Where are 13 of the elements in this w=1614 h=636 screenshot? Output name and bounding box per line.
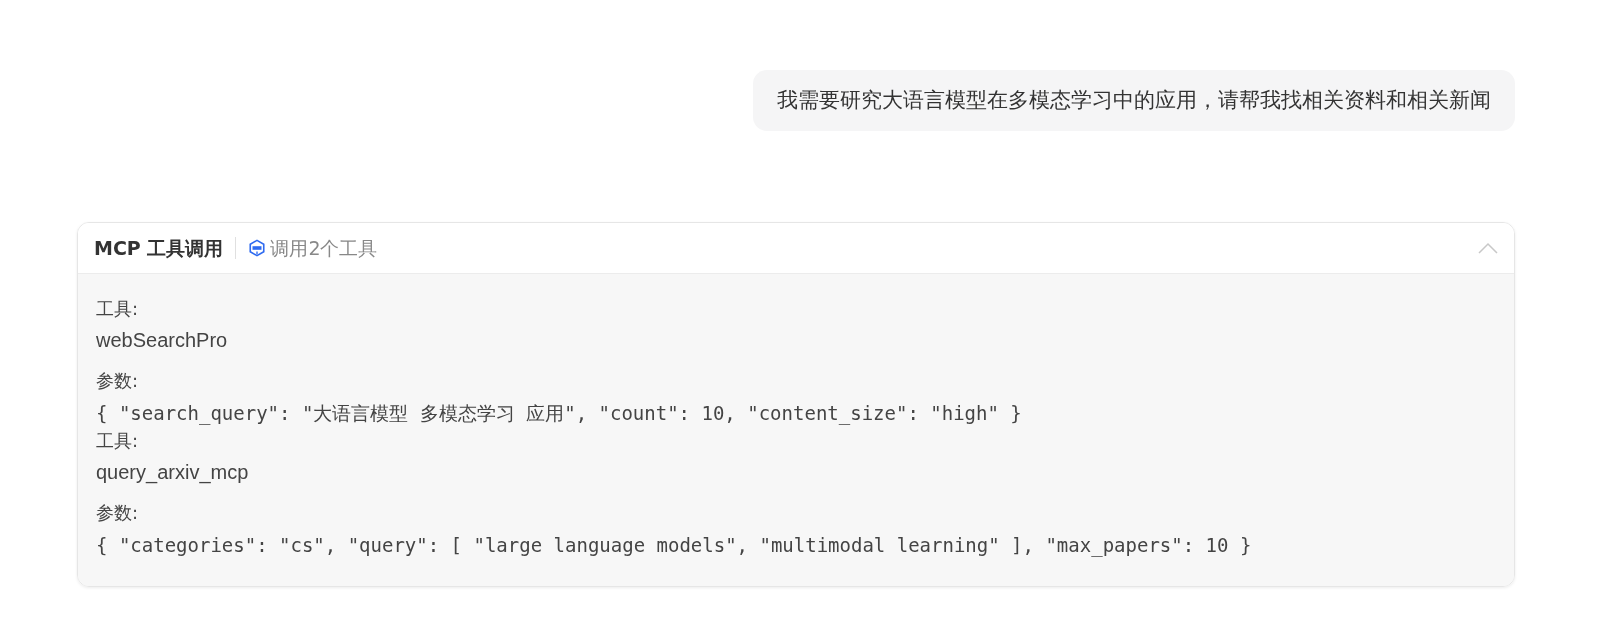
panel-title: MCP 工具调用 xyxy=(94,235,224,261)
user-message-bubble: 我需要研究大语言模型在多模态学习中的应用，请帮我找相关资料和相关新闻 xyxy=(753,70,1515,131)
cube-icon xyxy=(248,239,267,257)
field-label: 工具: xyxy=(96,429,139,453)
chevron-up-icon[interactable] xyxy=(1478,242,1498,254)
field-label: 参数: xyxy=(96,501,139,525)
params-code: { "categories": "cs", "query": [ "large language models", "multimodal learning" ], "max_papers": 10 } xyxy=(96,533,1252,559)
params-code: { "search_query": "大语言模型 多模态学习 应用", "count": 10, "content_size": "high" } xyxy=(96,401,1022,427)
field-label: 工具: xyxy=(96,297,139,321)
tool-name: query_arxiv_mcp xyxy=(96,460,249,486)
tool-count-label: 调用2个工具 xyxy=(270,235,378,261)
tool-name: webSearchPro xyxy=(96,328,228,353)
field-label: 参数: xyxy=(96,369,139,393)
